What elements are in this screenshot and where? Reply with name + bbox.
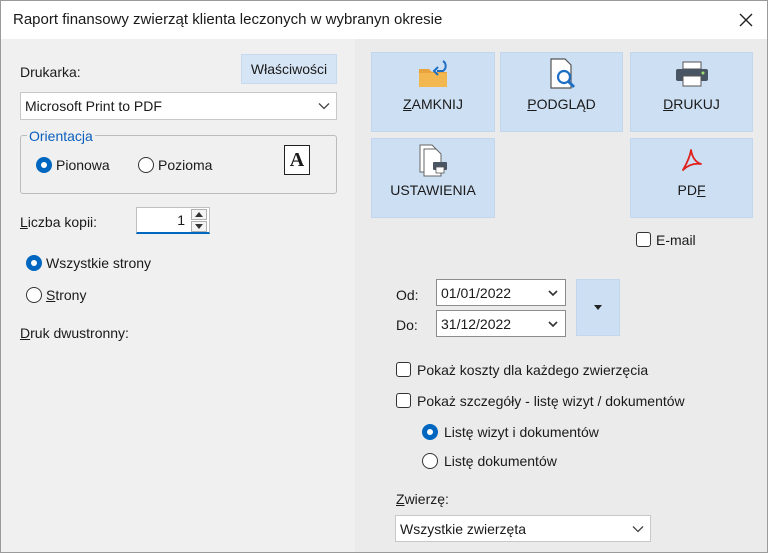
copies-decrement-button[interactable]: [191, 221, 207, 232]
chevron-down-icon: [548, 320, 558, 327]
print-button[interactable]: DRUKUJ: [630, 52, 753, 132]
visits-and-documents-radio[interactable]: [422, 424, 438, 440]
duplex-label: Druk dwustronny:: [20, 325, 129, 341]
email-checkbox[interactable]: [636, 232, 651, 247]
close-button-label: ZAMKNIJ: [403, 96, 463, 112]
orientation-portrait-radio[interactable]: [36, 157, 52, 173]
date-from-label: Od:: [396, 287, 419, 303]
period-presets-dropdown-button[interactable]: [576, 279, 620, 336]
copies-label: Liczba kopii:: [20, 214, 98, 230]
title-bar: Raport finansowy zwierząt klienta leczon…: [1, 1, 767, 39]
orientation-group-title: Orientacja: [27, 128, 95, 144]
chevron-down-icon: [195, 224, 203, 229]
print-button-label: DRUKUJ: [663, 96, 720, 112]
close-button[interactable]: ZAMKNIJ: [371, 52, 495, 132]
date-from-picker[interactable]: 01/01/2022: [436, 279, 566, 306]
orientation-landscape-label: Pozioma: [158, 157, 213, 173]
orientation-landscape-radio[interactable]: [138, 157, 154, 173]
animal-select[interactable]: Wszystkie zwierzęta: [395, 515, 651, 542]
all-pages-radio[interactable]: [26, 255, 42, 271]
documents-only-radio[interactable]: [422, 453, 438, 469]
window-title: Raport finansowy zwierząt klienta leczon…: [13, 11, 443, 28]
printer-select[interactable]: Microsoft Print to PDF: [20, 92, 337, 120]
preview-magnifier-icon: [549, 58, 575, 89]
page-orientation-preview-icon: A: [284, 145, 310, 175]
date-to-label: Do:: [396, 317, 418, 333]
date-to-picker[interactable]: 31/12/2022: [436, 310, 566, 337]
preview-button-label: PODGLĄD: [527, 96, 596, 112]
chevron-down-icon: [548, 289, 558, 296]
chevron-up-icon: [195, 212, 203, 217]
settings-button-label: USTAWIENIA: [390, 182, 476, 198]
close-icon: [739, 13, 753, 27]
animal-select-value: Wszystkie zwierzęta: [400, 520, 527, 537]
pdf-button[interactable]: PDF: [630, 138, 753, 218]
orientation-portrait-label: Pionowa: [56, 157, 110, 173]
pdf-button-label: PDF: [677, 182, 706, 198]
show-details-checkbox[interactable]: [396, 393, 411, 408]
printer-select-value: Microsoft Print to PDF: [25, 98, 162, 114]
print-settings-panel: Drukarka: Właściwości Microsoft Print to…: [1, 39, 355, 552]
copies-stepper[interactable]: 1: [136, 207, 210, 234]
page-range-radio[interactable]: [26, 287, 42, 303]
visits-and-documents-label: Listę wizyt i dokumentów: [444, 424, 599, 440]
animal-label: Zwierzę:: [396, 491, 449, 507]
date-to-value: 31/12/2022: [441, 315, 512, 332]
show-costs-label: Pokaż koszty dla każdego zwierzęcia: [417, 362, 649, 378]
folder-return-icon: [419, 60, 447, 87]
email-label: E-mail: [656, 232, 696, 248]
printer-properties-button[interactable]: Właściwości: [241, 54, 337, 84]
documents-only-label: Listę dokumentów: [444, 453, 557, 469]
page-setup-icon: [419, 144, 447, 177]
all-pages-label: Wszystkie strony: [46, 255, 152, 271]
chevron-down-icon: [318, 103, 330, 110]
show-details-label: Pokaż szczegóły - listę wizyt / dokument…: [417, 393, 685, 409]
preview-button[interactable]: PODGLĄD: [500, 52, 623, 132]
show-costs-checkbox[interactable]: [396, 362, 411, 377]
copies-increment-button[interactable]: [191, 209, 207, 220]
report-dialog: Raport finansowy zwierząt klienta leczon…: [0, 0, 768, 553]
printer-icon: [675, 61, 708, 87]
caret-down-icon: [594, 305, 602, 310]
date-from-value: 01/01/2022: [441, 284, 512, 301]
copies-value: 1: [177, 212, 185, 228]
close-window-button[interactable]: [733, 7, 759, 33]
page-range-label: Strony: [46, 287, 87, 303]
chevron-down-icon: [632, 525, 644, 532]
settings-button[interactable]: USTAWIENIA: [371, 138, 495, 218]
printer-label: Drukarka:: [20, 64, 81, 80]
pdf-icon: [681, 149, 702, 171]
